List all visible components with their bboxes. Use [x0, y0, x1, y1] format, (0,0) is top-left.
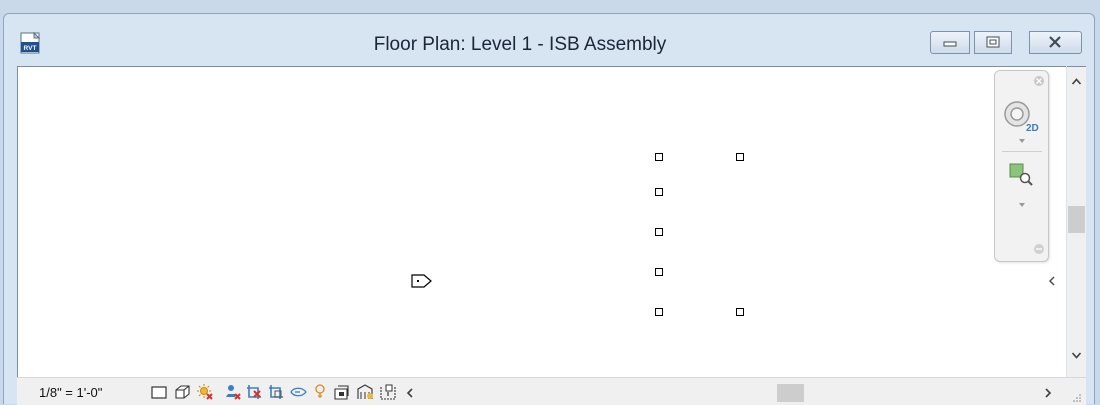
element-grip-handle[interactable] [655, 153, 663, 161]
sun-path-icon[interactable] [196, 383, 214, 401]
navigation-divider [1002, 151, 1042, 152]
minimize-button[interactable] [930, 31, 970, 54]
element-grip-handle[interactable] [655, 188, 663, 196]
analytical-model-icon[interactable] [356, 383, 374, 401]
navigation-options-icon[interactable] [1033, 243, 1045, 255]
svg-text:2D: 2D [1026, 123, 1039, 134]
crop-view-icon[interactable] [245, 383, 263, 401]
vertical-scroll-thumb[interactable] [1068, 206, 1085, 233]
reveal-hidden-elements-icon[interactable] [311, 383, 329, 401]
element-grip-handle[interactable] [655, 308, 663, 316]
element-grip-handle[interactable] [736, 308, 744, 316]
vertical-scrollbar[interactable] [1067, 66, 1086, 377]
elevation-tag-icon[interactable] [410, 273, 436, 289]
drawing-area[interactable]: 2D [17, 66, 1066, 377]
show-crop-region-icon[interactable] [267, 383, 285, 401]
restore-button[interactable] [974, 31, 1012, 54]
close-icon [1049, 36, 1061, 48]
restore-icon [986, 36, 1000, 48]
zoom-region-icon[interactable] [1008, 161, 1034, 187]
horizontal-scroll-thumb[interactable] [777, 384, 804, 402]
element-grip-handle[interactable] [655, 228, 663, 236]
scroll-up-icon[interactable] [1071, 77, 1082, 86]
shadows-icon[interactable] [224, 383, 242, 401]
element-grip-handle[interactable] [655, 268, 663, 276]
view-scale-button[interactable]: 1/8" = 1'-0" [39, 385, 102, 400]
lock-3d-view-icon[interactable] [333, 383, 351, 401]
2d-steering-wheel-icon[interactable]: 2D [1003, 100, 1039, 134]
temporary-hide-isolate-icon[interactable] [290, 383, 308, 401]
highlight-displacement-icon[interactable] [379, 383, 397, 401]
detail-level-icon[interactable] [150, 383, 168, 401]
close-navigation-bar-icon[interactable] [1033, 75, 1045, 87]
navigation-bar: 2D [994, 70, 1049, 262]
collapse-arrow-icon[interactable] [1048, 275, 1056, 287]
minimize-icon [943, 41, 957, 47]
resize-grip-icon[interactable] [1071, 392, 1083, 404]
view-window: RVT Floor Plan: Level 1 - ISB Assembly 2… [3, 13, 1095, 405]
scroll-left-icon[interactable] [406, 388, 414, 398]
title-bar[interactable]: RVT Floor Plan: Level 1 - ISB Assembly [4, 14, 1094, 64]
wheel-dropdown-icon[interactable] [1017, 137, 1027, 145]
view-control-bar: 1/8" = 1'-0" [17, 377, 1086, 405]
scroll-right-icon[interactable] [1044, 388, 1052, 398]
zoom-dropdown-icon[interactable] [1017, 201, 1027, 209]
scroll-down-icon[interactable] [1071, 351, 1082, 360]
close-button[interactable] [1029, 31, 1082, 54]
visual-style-icon[interactable] [173, 383, 191, 401]
element-grip-handle[interactable] [736, 153, 744, 161]
